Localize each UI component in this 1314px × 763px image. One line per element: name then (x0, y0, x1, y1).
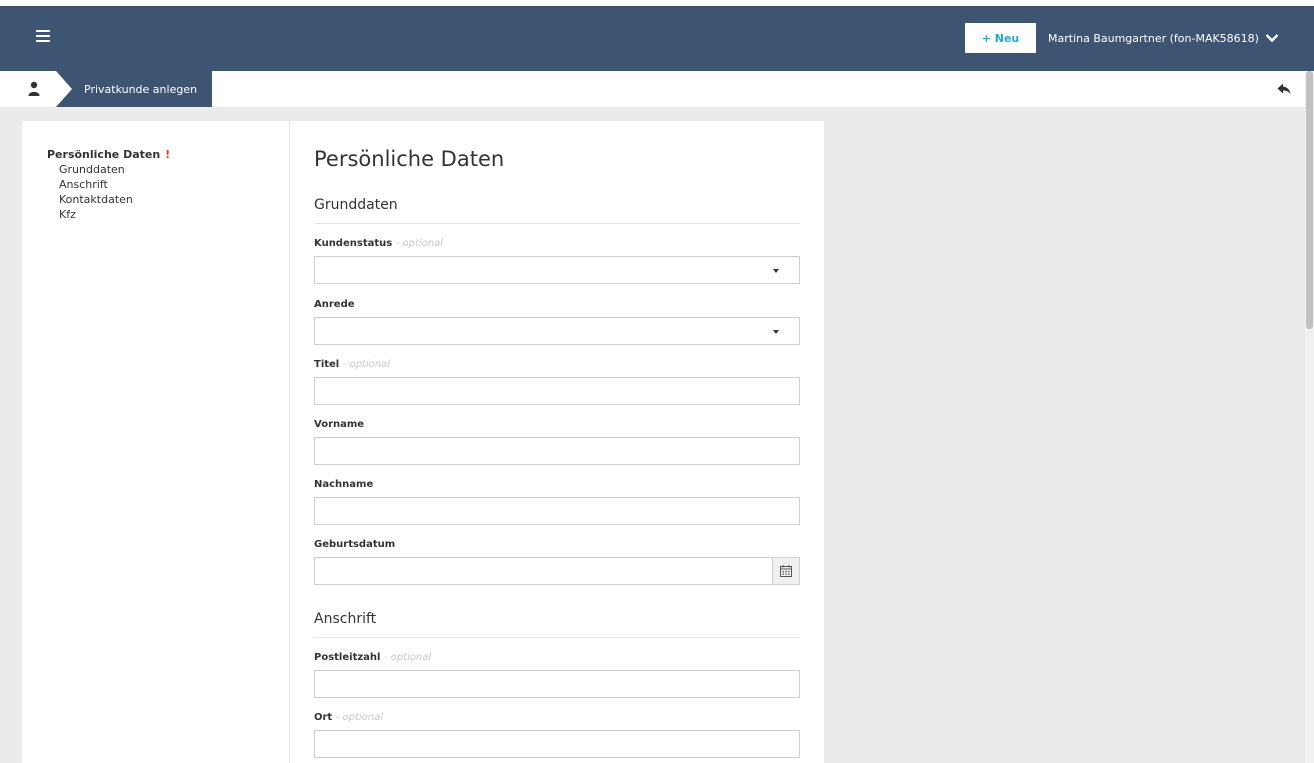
ort-input[interactable] (314, 730, 800, 758)
page-title: Persönliche Daten (314, 147, 505, 171)
top-navbar: + Neu Martina Baumgartner (fon-MAK58618) (0, 0, 1314, 71)
required-marker: ! (165, 148, 171, 161)
content-panel: Persönliche Daten! Grunddaten Anschrift … (22, 121, 824, 763)
nav-title-label: Persönliche Daten (47, 148, 161, 161)
kundenstatus-label: Kundenstatus - optional (314, 238, 444, 249)
titel-label: Titel - optional (314, 359, 391, 370)
vorname-input[interactable] (314, 437, 800, 465)
user-menu[interactable]: Martina Baumgartner (fon-MAK58618) (1048, 23, 1279, 53)
nav-item-grunddaten[interactable]: Grunddaten (59, 162, 125, 177)
breadcrumb-notch (56, 71, 72, 107)
postleitzahl-label: Postleitzahl - optional (314, 652, 432, 663)
nachname-input[interactable] (314, 497, 800, 525)
dropdown-caret-icon (773, 330, 779, 334)
breadcrumb-bar: Privatkunde anlegen (0, 71, 1305, 107)
scrollbar-thumb[interactable] (1306, 71, 1313, 329)
nachname-label: Nachname (314, 479, 374, 490)
person-icon (28, 81, 40, 96)
hamburger-icon[interactable] (36, 30, 50, 42)
section-nav: Persönliche Daten! Grunddaten Anschrift … (22, 121, 290, 763)
nav-item-anschrift[interactable]: Anschrift (59, 177, 108, 192)
section-heading-anschrift: Anschrift (314, 611, 377, 627)
nav-item-kontaktdaten[interactable]: Kontaktdaten (59, 192, 133, 207)
anrede-label: Anrede (314, 299, 355, 310)
section-divider (314, 223, 800, 224)
user-name: Martina Baumgartner (fon-MAK58618) (1048, 31, 1259, 45)
section-heading-grunddaten: Grunddaten (314, 197, 398, 213)
breadcrumb-current[interactable]: Privatkunde anlegen (56, 71, 212, 107)
chevron-down-icon (1265, 34, 1279, 43)
reply-arrow-icon[interactable] (1277, 83, 1291, 95)
calendar-button[interactable] (772, 558, 799, 584)
nav-item-kfz[interactable]: Kfz (59, 207, 76, 222)
calendar-icon (780, 565, 792, 577)
geburtsdatum-label: Geburtsdatum (314, 539, 396, 550)
nav-item-persoenliche-daten[interactable]: Persönliche Daten! (47, 148, 170, 161)
vorname-label: Vorname (314, 419, 365, 430)
anrede-select[interactable] (314, 317, 800, 345)
new-button[interactable]: + Neu (965, 23, 1036, 53)
ort-label: Ort - optional (314, 712, 384, 723)
postleitzahl-input[interactable] (314, 670, 800, 698)
titel-input[interactable] (314, 377, 800, 405)
geburtsdatum-input[interactable] (314, 557, 800, 585)
page-scrollbar[interactable] (1305, 71, 1314, 763)
kundenstatus-select[interactable] (314, 256, 800, 284)
dropdown-caret-icon (773, 269, 779, 273)
section-divider (314, 637, 800, 638)
